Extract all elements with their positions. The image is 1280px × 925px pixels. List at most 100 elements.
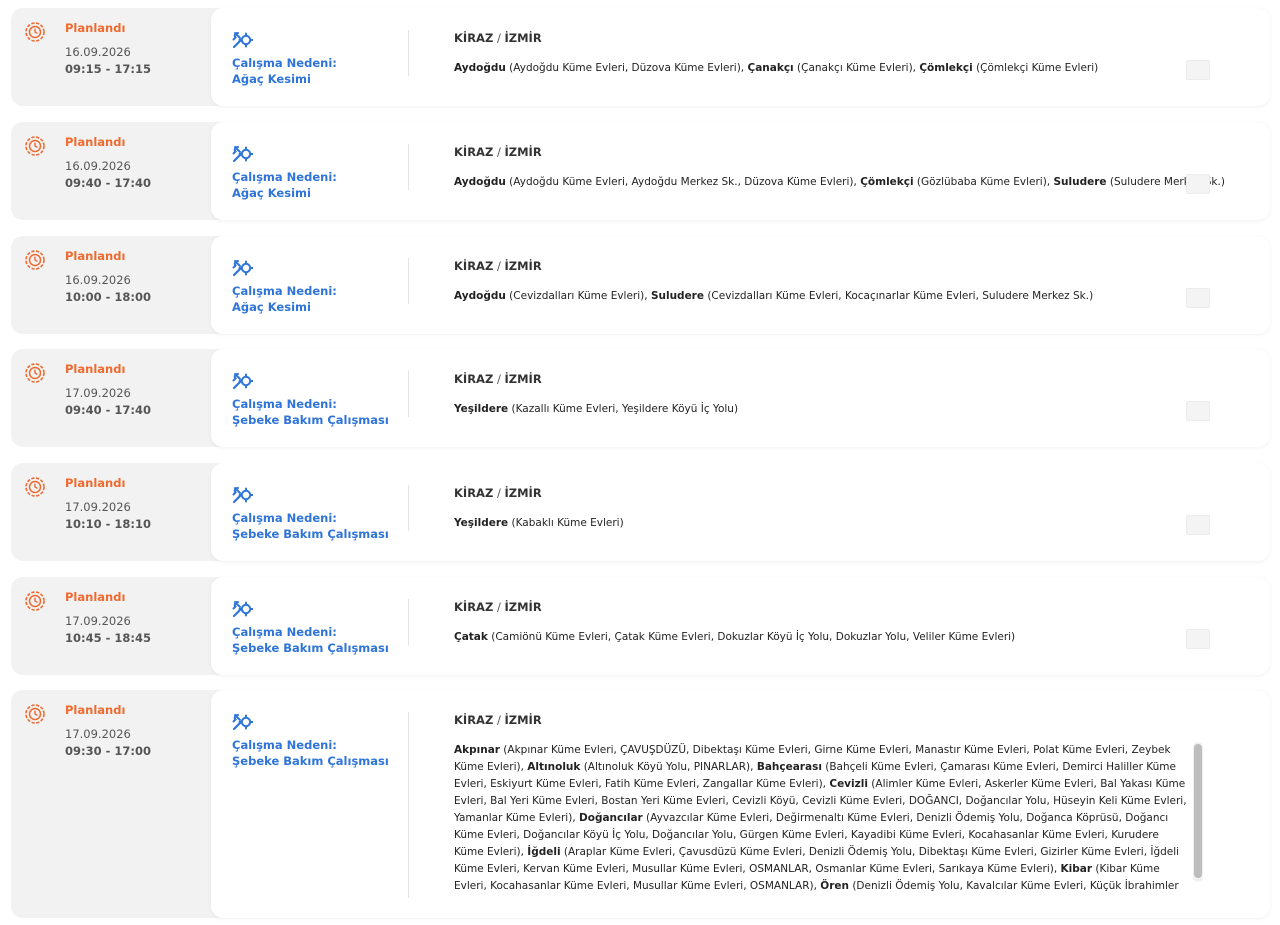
outage-details: Çalışma Nedeni: Ağaç Kesimi KİRAZ / İZMİ… xyxy=(211,236,1270,334)
separator: / xyxy=(493,713,505,727)
neighborhood-streets: (Altınoluk Köyü Yolu, PINARLAR), xyxy=(580,761,757,773)
reason-value: Ağaç Kesimi xyxy=(232,186,311,200)
city-name: İZMİR xyxy=(504,31,542,45)
outage-date: 16.09.2026 xyxy=(65,159,131,173)
neighborhood-streets: (Kabaklı Küme Evleri) xyxy=(508,517,624,529)
outage-card: Planlandı 17.09.2026 09:40 - 17:40 Çalış… xyxy=(11,349,1270,447)
city-name: İZMİR xyxy=(504,259,542,273)
outage-date: 17.09.2026 xyxy=(65,500,131,514)
neighborhood-streets: (Kazallı Küme Evleri, Yeşildere Köyü İç … xyxy=(508,403,739,415)
neighborhood-streets: (Aydoğdu Küme Evleri, Düzova Küme Evleri… xyxy=(505,62,748,74)
reason-title: Çalışma Nedeni: xyxy=(232,511,337,525)
district-name: KİRAZ xyxy=(454,486,494,500)
wrench-settings-icon xyxy=(231,371,254,391)
district-name: KİRAZ xyxy=(454,600,494,614)
neighborhood-name: Suludere xyxy=(650,290,704,302)
status-label: Planlandı xyxy=(65,135,126,149)
neighborhood-streets: (Camiönü Küme Evleri, Çatak Küme Evleri,… xyxy=(487,631,1016,643)
city-name: İZMİR xyxy=(504,486,542,500)
expand-toggle[interactable] xyxy=(1186,60,1210,80)
district-city: KİRAZ / İZMİR xyxy=(454,371,542,387)
status-label: Planlandı xyxy=(65,476,126,490)
outage-date: 17.09.2026 xyxy=(65,386,131,400)
reason-title: Çalışma Nedeni: xyxy=(232,170,337,184)
outage-card: Planlandı 16.09.2026 09:40 - 17:40 Çalış… xyxy=(11,122,1270,220)
gear-clock-icon xyxy=(23,361,47,385)
outage-time-range: 09:40 - 17:40 xyxy=(65,403,151,417)
separator: / xyxy=(493,486,505,500)
neighborhood-name: İğdeli xyxy=(527,846,561,858)
scrollbar-thumb[interactable] xyxy=(1194,744,1202,878)
gear-clock-icon xyxy=(23,248,47,272)
district-name: KİRAZ xyxy=(454,145,494,159)
neighborhood-streets: (Cevizdalları Küme Evleri, Kocaçınarlar … xyxy=(704,290,1094,302)
neighborhood-name: Kibar xyxy=(1060,863,1093,875)
reason-value: Şebeke Bakım Çalışması xyxy=(232,413,389,427)
neighborhood-streets: (Çanakçı Küme Evleri), xyxy=(793,62,920,74)
gear-clock-icon xyxy=(23,20,47,44)
gear-clock-icon xyxy=(23,475,47,499)
neighborhood-name: Çatak xyxy=(454,631,488,643)
district-name: KİRAZ xyxy=(454,372,494,386)
reason-value: Şebeke Bakım Çalışması xyxy=(232,641,389,655)
district-name: KİRAZ xyxy=(454,713,494,727)
wrench-settings-icon xyxy=(231,258,254,278)
divider xyxy=(408,712,409,898)
outage-date: 17.09.2026 xyxy=(65,614,131,628)
wrench-settings-icon xyxy=(231,485,254,505)
outage-details: Çalışma Nedeni: Ağaç Kesimi KİRAZ / İZMİ… xyxy=(211,8,1270,106)
neighborhood-name: Altınoluk xyxy=(527,761,581,773)
reason-value: Ağaç Kesimi xyxy=(232,300,311,314)
district-city: KİRAZ / İZMİR xyxy=(454,30,542,46)
status-label: Planlandı xyxy=(65,590,126,604)
wrench-settings-icon xyxy=(231,712,254,732)
reason-value: Şebeke Bakım Çalışması xyxy=(232,754,389,768)
outage-date: 17.09.2026 xyxy=(65,727,131,741)
status-label: Planlandı xyxy=(65,249,126,263)
reason-value: Şebeke Bakım Çalışması xyxy=(232,527,389,541)
outage-date: 16.09.2026 xyxy=(65,45,131,59)
outage-card: Planlandı 16.09.2026 09:15 - 17:15 Çalış… xyxy=(11,8,1270,106)
neighborhood-name: Cevizli xyxy=(829,778,868,790)
expand-toggle[interactable] xyxy=(1186,401,1210,421)
neighborhood-name: Çanakçı xyxy=(747,62,794,74)
expand-toggle[interactable] xyxy=(1186,515,1210,535)
separator: / xyxy=(493,31,505,45)
affected-streets: Çatak (Camiönü Küme Evleri, Çatak Küme E… xyxy=(454,629,1186,646)
neighborhood-name: Akpınar xyxy=(454,744,500,756)
affected-streets: Aydoğdu (Aydoğdu Küme Evleri, Düzova Küm… xyxy=(454,60,1186,77)
reason-title: Çalışma Nedeni: xyxy=(232,284,337,298)
expand-toggle[interactable] xyxy=(1186,629,1210,649)
reason-title: Çalışma Nedeni: xyxy=(232,397,337,411)
expand-toggle[interactable] xyxy=(1186,288,1210,308)
neighborhood-streets: (Cevizdalları Küme Evleri), xyxy=(505,290,651,302)
neighborhood-name: Çömlekçi xyxy=(860,176,914,188)
neighborhood-streets: (Aydoğdu Küme Evleri, Aydoğdu Merkez Sk.… xyxy=(505,176,861,188)
gear-clock-icon xyxy=(23,702,47,726)
status-label: Planlandı xyxy=(65,21,126,35)
outage-time-range: 10:00 - 18:00 xyxy=(65,290,151,304)
outage-details: Çalışma Nedeni: Ağaç Kesimi KİRAZ / İZMİ… xyxy=(211,122,1270,220)
affected-streets: Aydoğdu (Cevizdalları Küme Evleri), Sulu… xyxy=(454,288,1186,305)
divider xyxy=(408,485,409,531)
scrollbar[interactable] xyxy=(1193,742,1203,882)
city-name: İZMİR xyxy=(504,713,542,727)
affected-streets: Aydoğdu (Aydoğdu Küme Evleri, Aydoğdu Me… xyxy=(454,174,1225,191)
neighborhood-name: Ören xyxy=(820,880,849,892)
reason-value: Ağaç Kesimi xyxy=(232,72,311,86)
city-name: İZMİR xyxy=(504,600,542,614)
outage-time-range: 10:45 - 18:45 xyxy=(65,631,151,645)
gear-clock-icon xyxy=(23,134,47,158)
neighborhood-name: Suludere xyxy=(1053,176,1107,188)
district-city: KİRAZ / İZMİR xyxy=(454,599,542,615)
affected-streets[interactable]: Akpınar (Akpınar Küme Evleri, ÇAVUŞDÜZÜ,… xyxy=(454,742,1190,894)
neighborhood-name: Doğancılar xyxy=(579,812,643,824)
divider xyxy=(408,30,409,76)
neighborhood-name: Çömlekçi xyxy=(919,62,973,74)
neighborhood-name: Aydoğdu xyxy=(454,290,506,302)
district-city: KİRAZ / İZMİR xyxy=(454,144,542,160)
neighborhood-name: Yeşildere xyxy=(454,403,509,415)
divider xyxy=(408,371,409,417)
expand-toggle[interactable] xyxy=(1186,174,1210,194)
outage-time-range: 09:15 - 17:15 xyxy=(65,62,151,76)
